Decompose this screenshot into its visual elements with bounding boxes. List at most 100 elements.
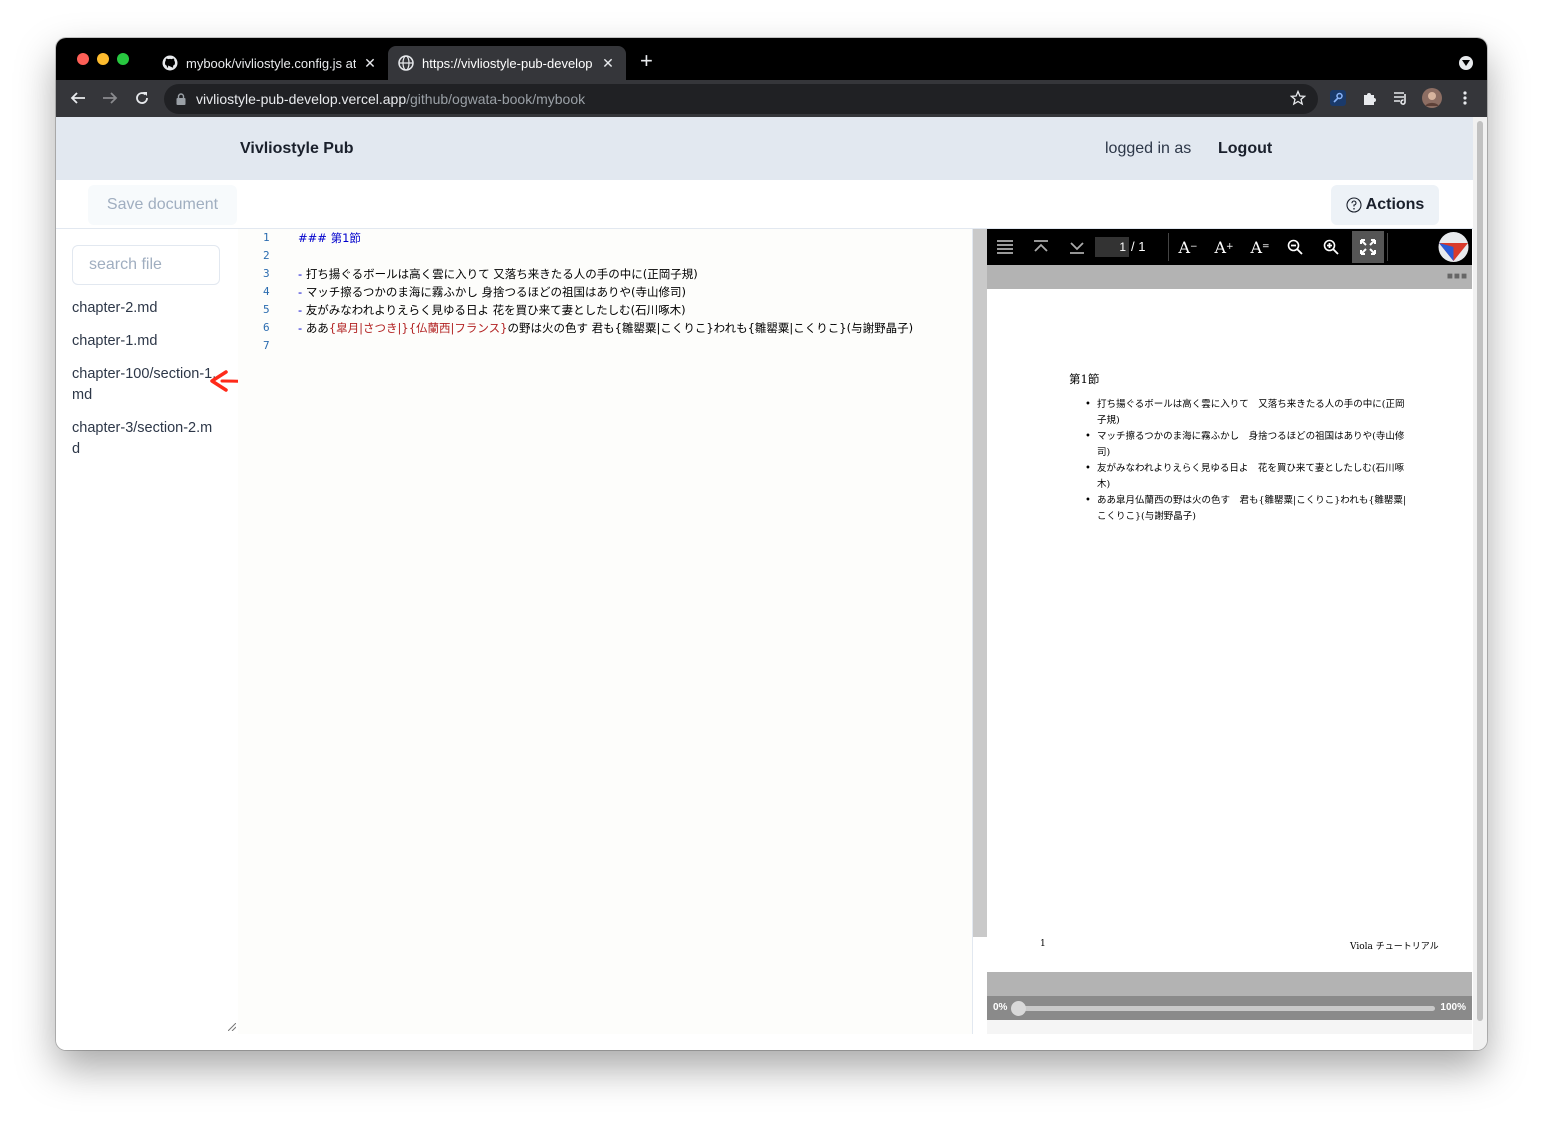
more-options-icon[interactable]: ■■■ [1447,271,1468,282]
zoom-window-button[interactable] [117,53,129,65]
brand-title[interactable]: Vivliostyle Pub [240,140,354,158]
toc-list-icon[interactable] [995,237,1015,257]
zoom-in-icon[interactable] [1321,237,1341,257]
editor-line: 6 - ああ{皐月|さつき|}{仏蘭西|フランス}の野は火の色す 君も{雛罌粟|… [238,319,972,337]
page-scrollbar[interactable] [1473,117,1487,1050]
logout-link[interactable]: Logout [1218,140,1272,158]
file-item-chapter-1[interactable]: chapter-1.md [72,331,218,352]
first-page-icon[interactable] [1031,237,1051,257]
next-page-icon[interactable] [1067,237,1087,257]
editor-line: 1 ### 第1節 [238,229,972,247]
actions-label: Actions [1365,196,1425,213]
back-button[interactable] [68,88,88,108]
file-item-chapter-100-section-1[interactable]: chapter-100/section-1.md [72,364,218,406]
line-content: - 友がみなわれよりえらく見ゆる日よ 花を買ひ来て妻としたしむ(石川啄木) [298,303,686,317]
file-list: chapter-2.md chapter-1.md chapter-100/se… [72,298,218,472]
line-number: 2 [263,249,270,262]
line-content: - ああ{皐月|さつき|}{仏蘭西|フランス}の野は火の色す 君も{雛罌粟|こく… [298,321,914,335]
page-total: / 1 [1131,239,1146,254]
font-size-decrease-icon[interactable]: A − [1178,237,1198,257]
preview-page: 第1節 打ち揚ぐるボールは高く雲に入りて 又落ち来きたる人の手の中に(正岡子規)… [987,289,1472,972]
chevron-down-icon [1462,60,1470,66]
toolbar-divider [1168,233,1169,261]
file-item-chapter-2[interactable]: chapter-2.md [72,298,218,319]
fit-to-screen-button[interactable] [1352,231,1384,263]
viewer-background [987,265,1472,289]
app-page: Vivliostyle Pub logged in as Logout Save… [56,117,1473,1050]
minimize-window-button[interactable] [97,53,109,65]
line-number: 4 [263,285,270,298]
tab-search-button[interactable] [1459,56,1473,70]
preview-page-number: 1 [1040,939,1046,949]
editor-line: 5 - 友がみなわれよりえらく見ゆる日よ 花を買ひ来て妻としたしむ(石川啄木) [238,301,972,319]
preview-viewer: 1 / 1 A − A + A = ■■■ 第1節 • 打ち揚ぐるボールは高く雲… [987,229,1472,1034]
question-circle-icon [1346,197,1362,213]
arrow-right-icon [103,92,118,104]
app-header: Vivliostyle Pub logged in as Logout [56,117,1473,180]
reload-button[interactable] [132,88,152,108]
tab-close-icon[interactable]: ✕ [362,55,378,72]
preview-running-title: Viola チュートリアル [1350,942,1439,952]
actions-button[interactable]: Actions [1331,185,1439,225]
preview-heading: 第1節 [1069,372,1100,386]
tab-title: https://vivliostyle-pub-develop [422,55,593,71]
browser-toolbar: vivliostyle-pub-develop.vercel.app/githu… [56,80,1487,117]
slider-track[interactable] [1015,1006,1435,1011]
password-manager-icon[interactable] [1328,88,1348,108]
file-sidebar: chapter-2.md chapter-1.md chapter-100/se… [56,229,238,1039]
forward-button[interactable] [100,88,120,108]
tab-title: mybook/vivliostyle.config.js at [186,55,356,71]
url-path: /github/ogwata-book/mybook [406,91,586,107]
line-number: 1 [263,231,270,244]
page-slider[interactable]: 0% 100% [987,996,1472,1020]
lock-icon [176,93,186,105]
extensions-puzzle-icon[interactable] [1359,88,1379,108]
line-content: - 打ち揚ぐるボールは高く雲に入りて 又落ち来きたる人の手の中に(正岡子規) [298,267,698,281]
line-number: 3 [263,267,270,280]
tab-vivliostyle-pub[interactable]: https://vivliostyle-pub-develop ✕ [388,46,626,80]
resize-handle-icon[interactable] [228,1023,236,1031]
tab-github-config[interactable]: mybook/vivliostyle.config.js at ✕ [152,46,388,80]
slider-min-label: 0% [993,1002,1008,1013]
slider-thumb[interactable] [1011,1001,1026,1016]
pane-splitter[interactable] [972,229,987,1034]
viewer-toolbar: 1 / 1 A − A + A = [987,229,1472,265]
github-icon [162,55,178,71]
arrow-left-icon [70,92,85,104]
font-size-increase-icon[interactable]: A + [1214,237,1234,257]
preview-list-item: 打ち揚ぐるボールは高く雲に入りて 又落ち来きたる人の手の中に(正岡子規) [1085,397,1407,429]
globe-icon [398,55,414,71]
page-scrollbar-thumb[interactable] [1477,121,1483,1021]
tab-strip: mybook/vivliostyle.config.js at ✕ https:… [56,38,1487,80]
zoom-out-icon[interactable] [1285,237,1305,257]
heading-text: ### 第1節 [298,231,361,245]
toolbar-divider [1387,233,1388,261]
save-document-button[interactable]: Save document [88,185,237,225]
vivliostyle-logo-icon[interactable] [1437,231,1470,263]
close-window-button[interactable] [77,53,89,65]
expand-arrows-icon [1360,239,1376,255]
page-number-input[interactable]: 1 [1095,237,1129,257]
tab-close-icon[interactable]: ✕ [600,55,616,72]
address-bar[interactable]: vivliostyle-pub-develop.vercel.app/githu… [164,84,1318,114]
logged-in-label: logged in as [1105,140,1192,157]
preview-list-item: 友がみなわれよりえらく見ゆる日よ 花を買ひ来て妻としたしむ(石川啄木) [1085,461,1407,493]
preview-list: 打ち揚ぐるボールは高く雲に入りて 又落ち来きたる人の手の中に(正岡子規) マッチ… [1085,397,1407,525]
media-playlist-icon[interactable] [1391,88,1411,108]
browser-menu-icon[interactable] [1455,88,1475,108]
profile-avatar[interactable] [1422,88,1442,108]
bookmark-star-icon[interactable] [1289,89,1307,109]
file-item-chapter-3-section-2[interactable]: chapter-3/section-2.md [72,418,218,460]
action-bar: Save document Actions [56,180,1473,229]
font-size-reset-icon[interactable]: A = [1250,237,1270,257]
preview-list-item: マッチ擦るつかのま海に霧ふかし 身捨つるほどの祖国はありや(寺山修司) [1085,429,1407,461]
editor-line: 3 - 打ち揚ぐるボールは高く雲に入りて 又落ち来きたる人の手の中に(正岡子規) [238,265,972,283]
markdown-editor[interactable]: 1 ### 第1節 2 3 - 打ち揚ぐるボールは高く雲に入りて 又落ち来きたる… [238,229,972,1034]
new-tab-button[interactable]: + [640,50,653,72]
line-content: - マッチ擦るつかのま海に霧ふかし 身捨つるほどの祖国はありや(寺山修司) [298,285,686,299]
search-file-input[interactable] [72,245,220,285]
line-number: 6 [263,321,270,334]
ruby-markup: {皐月|さつき|}{仏蘭西|フランス} [328,321,508,335]
splitter-scrollbar[interactable] [973,229,987,937]
line-number: 5 [263,303,270,316]
